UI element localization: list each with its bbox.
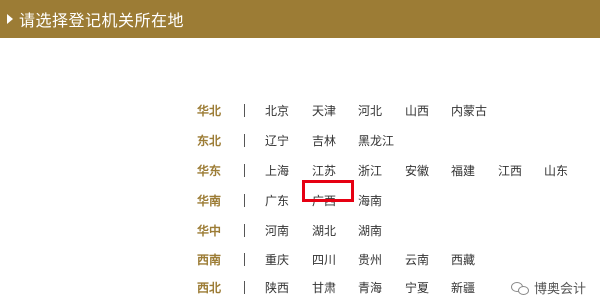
divider [244,104,245,117]
caret-right-icon [7,14,13,24]
province-link[interactable]: 安徽 [405,162,429,179]
province-link[interactable]: 山东 [544,162,568,179]
province-link[interactable]: 陕西 [265,279,289,296]
page-title: 请选择登记机关所在地 [19,11,185,30]
divider [244,134,245,147]
region-label: 西北 [197,280,222,295]
province-link[interactable]: 重庆 [265,251,289,268]
watermark-text: 博奥会计 [533,282,586,297]
province-link[interactable]: 江西 [498,162,522,179]
province-link[interactable]: 湖北 [312,222,336,239]
region-label: 华中 [197,223,222,238]
province-link[interactable]: 黑龙江 [358,132,394,149]
province-link[interactable]: 吉林 [312,132,336,149]
province-link[interactable]: 湖南 [358,222,382,239]
province-link[interactable]: 天津 [312,102,336,119]
region-label: 东北 [197,133,222,148]
province-link[interactable]: 北京 [265,102,289,119]
region-label: 西南 [197,252,222,267]
province-link[interactable]: 青海 [358,279,382,296]
province-link[interactable]: 贵州 [358,251,382,268]
province-link[interactable]: 福建 [451,162,475,179]
province-link[interactable]: 河北 [358,102,382,119]
watermark: 博奥会计 [510,278,586,297]
province-link[interactable]: 江苏 [312,162,336,179]
selection-highlight-box [302,180,354,202]
divider [244,224,245,237]
wechat-icon [510,281,529,295]
region-label: 华东 [197,163,222,178]
divider [244,281,245,294]
divider [244,253,245,266]
region-label: 华南 [197,193,222,208]
province-link[interactable]: 河南 [265,222,289,239]
region-label: 华北 [197,103,222,118]
province-link[interactable]: 辽宁 [265,132,289,149]
divider [244,164,245,177]
province-link[interactable]: 广东 [265,192,289,209]
header-bar: 请选择登记机关所在地 [0,0,600,38]
province-link[interactable]: 四川 [312,251,336,268]
province-link[interactable]: 内蒙古 [451,102,487,119]
divider [244,194,245,207]
province-link[interactable]: 海南 [358,192,382,209]
province-link[interactable]: 西藏 [451,251,475,268]
province-link[interactable]: 山西 [405,102,429,119]
province-link[interactable]: 上海 [265,162,289,179]
province-link[interactable]: 甘肃 [312,279,336,296]
province-link[interactable]: 宁夏 [405,279,429,296]
province-link[interactable]: 云南 [405,251,429,268]
province-link[interactable]: 浙江 [358,162,382,179]
province-link[interactable]: 新疆 [451,279,475,296]
